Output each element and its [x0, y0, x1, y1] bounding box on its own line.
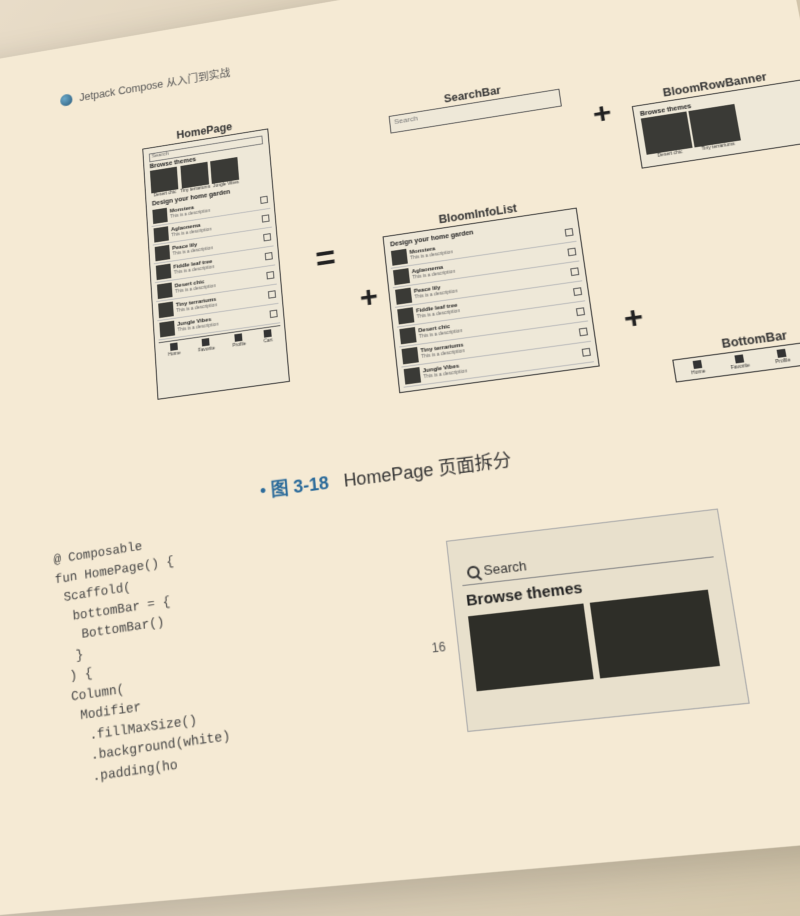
- book-title: Jetpack Compose 从入门到实战: [79, 65, 231, 104]
- thumb-image: [641, 111, 693, 154]
- favorite-icon: [202, 338, 210, 346]
- app-preview: Search Browse themes: [446, 508, 750, 732]
- decomposition-diagram: HomePage Search Browse themes Desert chi…: [106, 25, 800, 484]
- home-icon: [170, 342, 178, 350]
- logo-icon: [60, 93, 73, 107]
- figure-number: 图 3-18: [270, 473, 329, 500]
- bullet-icon: •: [259, 481, 267, 501]
- book-page: Jetpack Compose 从入门到实战 HomePage Search B…: [0, 0, 800, 916]
- cart-icon: [263, 329, 271, 338]
- profile-icon: [777, 349, 787, 358]
- figure-title: HomePage 页面拆分: [343, 450, 513, 491]
- homepage-mock: HomePage Search Browse themes Desert chi…: [141, 115, 290, 400]
- margin-marker: 16: [431, 639, 446, 655]
- profile-icon: [235, 333, 243, 341]
- plus-sign: +: [358, 278, 379, 315]
- bottombar-mock: BottomBar Home Favorite Profile Cart: [670, 321, 800, 382]
- rowbanner-mock: BloomRowBanner Browse themes Desert chic…: [630, 65, 800, 169]
- searchbar-mock: SearchBar Search: [387, 75, 562, 134]
- preview-thumb: [590, 590, 720, 679]
- preview-thumb: [468, 603, 594, 691]
- equals-sign: =: [314, 238, 338, 279]
- homepage-list: MonsteraThis is a description AglaonemaT…: [150, 190, 280, 340]
- plus-sign: +: [590, 95, 613, 131]
- infolist-frame: Design your home garden MonsteraThis is …: [383, 208, 600, 394]
- homepage-frame: Search Browse themes Desert chic Tiny te…: [142, 128, 290, 399]
- page-header: Jetpack Compose 从入门到实战: [60, 65, 231, 108]
- favorite-icon: [734, 354, 744, 363]
- preview-search-label: Search: [483, 558, 528, 579]
- home-icon: [692, 360, 702, 369]
- search-icon: [466, 565, 480, 579]
- infolist-mock: BloomInfoList Design your home garden Mo…: [381, 193, 600, 393]
- plus-sign: +: [621, 298, 646, 336]
- code-snippet: @ Composable fun HomePage() { Scaffold( …: [53, 526, 233, 790]
